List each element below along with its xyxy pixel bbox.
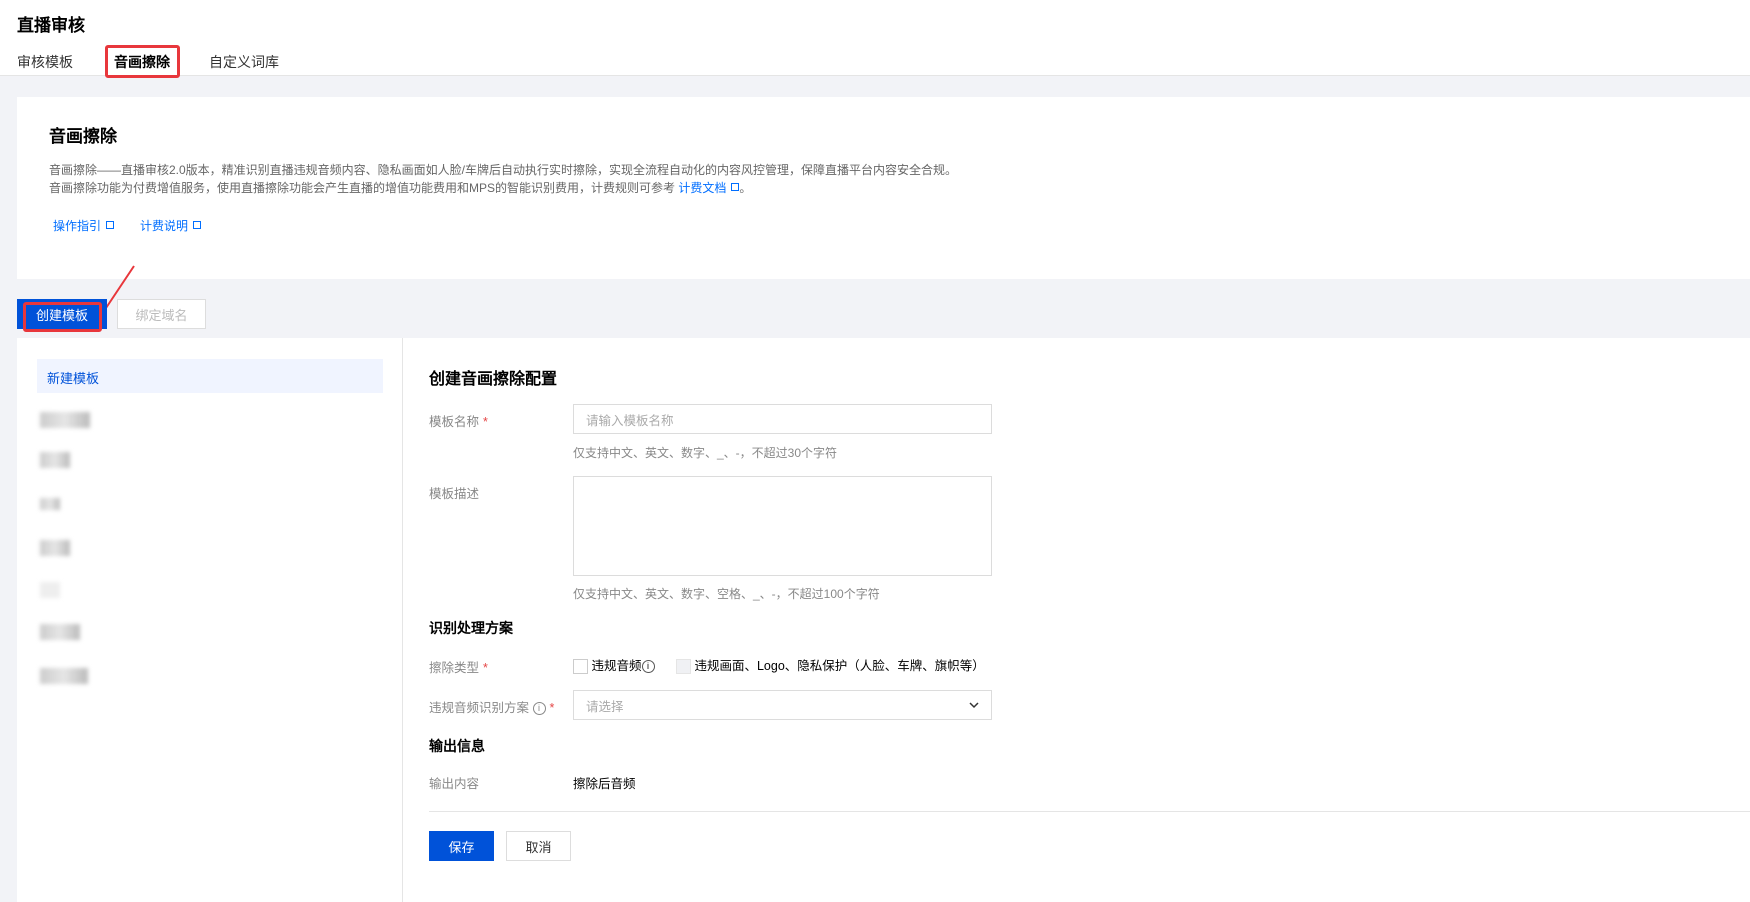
- template-name-input[interactable]: 请输入模板名称: [573, 404, 992, 434]
- info-icon[interactable]: i: [641, 660, 655, 674]
- erase-video-label: 违规画面、Logo、隐私保护（人脸、车牌、旗帜等）: [694, 659, 985, 673]
- chevron-down-icon: [969, 701, 979, 708]
- billing-doc-link[interactable]: 计费文档: [678, 181, 740, 195]
- sidebar-item-blurred[interactable]: [40, 668, 88, 684]
- section-recognition: 识别处理方案: [429, 620, 513, 636]
- external-link-icon: [731, 183, 740, 191]
- name-placeholder: 请输入模板名称: [586, 413, 674, 428]
- checkbox[interactable]: [573, 659, 588, 675]
- form-title: 创建音画擦除配置: [429, 371, 558, 388]
- intro-card: 音画擦除 音画擦除——直播审核2.0版本，精准识别直播违规音频内容、隐私画面如人…: [17, 97, 1750, 279]
- section-output: 输出信息: [429, 738, 485, 754]
- red-arrow-icon: [94, 265, 135, 327]
- highlight-box: [23, 302, 102, 332]
- scheme-placeholder: 请选择: [586, 699, 624, 714]
- desc-hint: 仅支持中文、英文、数字、空格、_、-，不超过100个字符: [573, 587, 880, 601]
- erase-type-text: 擦除类型: [429, 661, 480, 675]
- erase-type-label: 擦除类型 *: [429, 657, 488, 676]
- name-hint: 仅支持中文、英文、数字、_、-，不超过30个字符: [573, 446, 838, 460]
- scheme-select[interactable]: 请选择: [573, 690, 992, 720]
- desc-label: 模板描述: [429, 487, 480, 501]
- sidebar-item-blurred[interactable]: [40, 624, 80, 640]
- erase-video-option[interactable]: 违规画面、Logo、隐私保护（人脸、车牌、旗帜等）: [676, 655, 985, 675]
- required-mark: *: [483, 415, 488, 429]
- name-label-text: 模板名称: [429, 415, 480, 429]
- info-icon[interactable]: i: [532, 702, 546, 716]
- tab-custom-lexicon[interactable]: 自定义词库: [209, 52, 279, 72]
- sidebar-item-blurred[interactable]: [40, 540, 70, 556]
- sidebar-item-blurred[interactable]: [40, 452, 70, 468]
- required-mark: *: [483, 661, 488, 675]
- output-label: 输出内容: [429, 777, 480, 791]
- scheme-label-text: 违规音频识别方案: [429, 701, 530, 715]
- sidebar-item-blurred[interactable]: [40, 412, 90, 428]
- divider: [429, 811, 1750, 812]
- output-value: 擦除后音频: [573, 777, 636, 791]
- checkbox-disabled[interactable]: [676, 659, 691, 675]
- erase-audio-label: 违规音频: [591, 659, 642, 673]
- sidebar-item-blurred[interactable]: [40, 498, 60, 510]
- bind-domain-button[interactable]: 绑定域名: [117, 299, 206, 329]
- required-mark: *: [549, 701, 555, 715]
- erase-audio-option[interactable]: 违规音频 i: [573, 655, 655, 675]
- save-button[interactable]: 保存: [429, 831, 494, 861]
- template-desc-textarea[interactable]: [573, 476, 992, 576]
- name-label: 模板名称 *: [429, 411, 488, 430]
- billing-doc-label: 计费文档: [678, 181, 727, 195]
- scheme-label: 违规音频识别方案 i *: [429, 697, 554, 716]
- sidebar-item-blurred[interactable]: [40, 582, 60, 598]
- intro-line2-end: 。: [739, 181, 752, 195]
- sidebar-item-new-template[interactable]: 新建模板: [37, 359, 383, 393]
- header: 直播审核 审核模板 音画擦除 自定义词库: [0, 0, 1750, 78]
- cancel-button[interactable]: 取消: [506, 831, 571, 861]
